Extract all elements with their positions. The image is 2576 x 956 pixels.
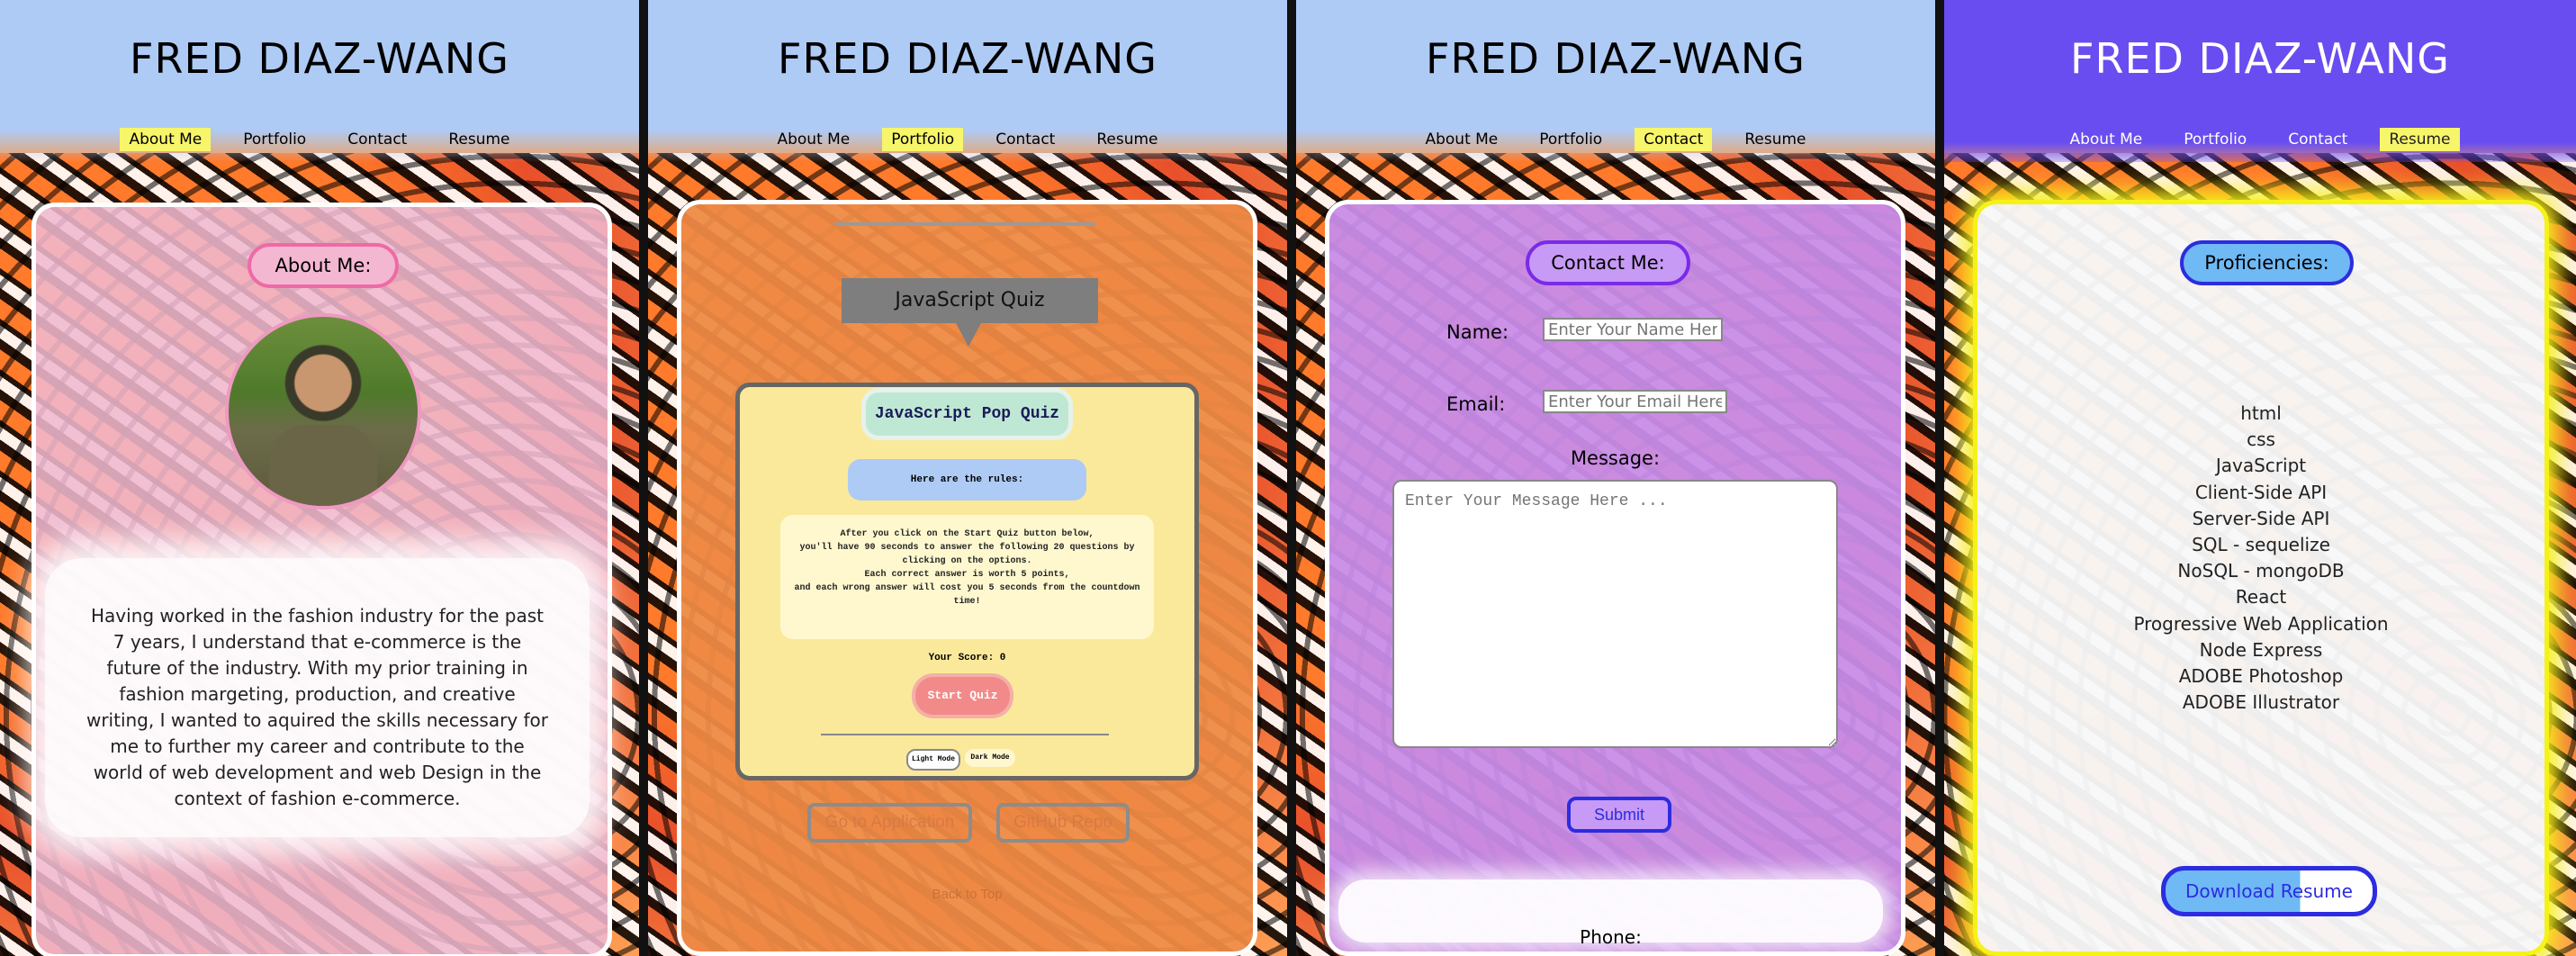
phone-label: Phone: bbox=[1580, 926, 1642, 948]
rules-line: After you click on the Start Quiz button… bbox=[840, 529, 1094, 539]
site-header: FRED DIAZ-WANG About Me Portfolio Contac… bbox=[0, 0, 639, 162]
about-bio: Having worked in the fashion industry fo… bbox=[86, 605, 549, 809]
nav-contact[interactable]: Contact bbox=[1635, 128, 1713, 151]
start-quiz-button[interactable]: Start Quiz bbox=[915, 677, 1010, 715]
skill-item: SQL - sequelize bbox=[2192, 534, 2330, 556]
panel-contact: FRED DIAZ-WANG About Me Portfolio Contac… bbox=[1296, 0, 1935, 956]
nav-bar: About Me Portfolio Contact Resume bbox=[1296, 128, 1935, 151]
site-title: FRED DIAZ-WANG bbox=[130, 34, 509, 83]
nav-resume[interactable]: Resume bbox=[1087, 128, 1166, 151]
nav-resume[interactable]: Resume bbox=[2380, 128, 2460, 151]
name-label: Name: bbox=[1446, 321, 1509, 343]
site-title: FRED DIAZ-WANG bbox=[1426, 34, 1806, 83]
nav-portfolio[interactable]: Portfolio bbox=[882, 128, 964, 151]
site-header: FRED DIAZ-WANG About Me Portfolio Contac… bbox=[648, 0, 1287, 162]
quiz-bubble-tail bbox=[956, 323, 981, 347]
resume-heading: Proficiencies: bbox=[2180, 240, 2354, 285]
download-resume-button[interactable]: Download Resume bbox=[2161, 866, 2377, 916]
nav-contact[interactable]: Contact bbox=[338, 128, 416, 151]
rules-line: clicking on the options. bbox=[902, 556, 1032, 566]
quiz-bubble: JavaScript Quiz bbox=[842, 278, 1098, 323]
skill-item: React bbox=[2235, 586, 2287, 609]
panel-about: FRED DIAZ-WANG About Me Portfolio Contac… bbox=[0, 0, 639, 956]
go-to-application-button[interactable]: Go to Application bbox=[807, 803, 972, 843]
skill-item: NoSQL - mongoDB bbox=[2177, 560, 2345, 582]
quiz-preview[interactable]: JavaScript Pop Quiz Here are the rules: … bbox=[735, 383, 1199, 780]
divider bbox=[834, 222, 1095, 226]
divider bbox=[821, 734, 1109, 735]
submit-button[interactable]: Submit bbox=[1567, 797, 1671, 833]
dark-mode-button[interactable]: Dark Mode bbox=[965, 749, 1015, 767]
quiz-score: Your Score: 0 bbox=[928, 653, 1006, 663]
nav-resume[interactable]: Resume bbox=[439, 128, 518, 151]
contact-heading: Contact Me: bbox=[1526, 240, 1690, 285]
skill-item: html bbox=[2240, 402, 2282, 424]
resume-card: Proficiencies: html css JavaScript Clien… bbox=[1973, 200, 2549, 956]
skill-item: Progressive Web Application bbox=[2133, 612, 2389, 635]
skill-item: ADOBE Illustrator bbox=[2182, 691, 2340, 714]
rules-box: After you click on the Start Quiz button… bbox=[780, 515, 1154, 639]
panel-resume: FRED DIAZ-WANG About Me Portfolio Contac… bbox=[1944, 0, 2576, 956]
nav-about[interactable]: About Me bbox=[768, 128, 859, 151]
light-mode-button[interactable]: Light Mode bbox=[906, 749, 960, 771]
about-bio-box: Having worked in the fashion industry fo… bbox=[45, 558, 590, 837]
name-field[interactable] bbox=[1543, 318, 1723, 341]
nav-contact[interactable]: Contact bbox=[2279, 128, 2356, 151]
nav-contact[interactable]: Contact bbox=[986, 128, 1064, 151]
contact-card: Contact Me: Name: Email: Message: Submit… bbox=[1325, 200, 1905, 956]
rules-line: you'll have 90 seconds to answer the fol… bbox=[799, 543, 1135, 553]
avatar bbox=[225, 313, 421, 510]
message-field[interactable] bbox=[1392, 480, 1838, 748]
phone-section: Phone: bbox=[1338, 879, 1883, 948]
rules-line: and each wrong answer will cost you 5 se… bbox=[794, 583, 1140, 593]
skill-item: Client-Side API bbox=[2194, 481, 2328, 503]
about-card: About Me: Having worked in the fashion i… bbox=[32, 203, 612, 956]
back-to-top-link[interactable]: Back to Top bbox=[681, 887, 1253, 902]
message-label: Message: bbox=[1570, 447, 1661, 469]
panel-portfolio: FRED DIAZ-WANG About Me Portfolio Contac… bbox=[648, 0, 1287, 956]
site-header: FRED DIAZ-WANG About Me Portfolio Contac… bbox=[1944, 0, 2576, 162]
nav-portfolio[interactable]: Portfolio bbox=[2175, 128, 2256, 151]
nav-bar: About Me Portfolio Contact Resume bbox=[1944, 128, 2576, 151]
skill-item: JavaScript bbox=[2215, 455, 2307, 477]
rules-line: time! bbox=[953, 597, 981, 607]
site-title: FRED DIAZ-WANG bbox=[2070, 34, 2450, 83]
nav-bar: About Me Portfolio Contact Resume bbox=[0, 128, 639, 151]
skill-item: css bbox=[2247, 428, 2275, 451]
nav-about[interactable]: About Me bbox=[1416, 128, 1507, 151]
nav-portfolio[interactable]: Portfolio bbox=[234, 128, 315, 151]
nav-portfolio[interactable]: Portfolio bbox=[1530, 128, 1611, 151]
skill-item: Node Express bbox=[2199, 638, 2323, 661]
nav-resume[interactable]: Resume bbox=[1735, 128, 1815, 151]
nav-about[interactable]: About Me bbox=[2060, 128, 2151, 151]
portfolio-card: JavaScript Quiz JavaScript Pop Quiz Here… bbox=[677, 200, 1257, 956]
github-repo-button[interactable]: GitHub Repo bbox=[996, 803, 1130, 843]
avatar-shirt bbox=[269, 425, 377, 506]
rules-heading: Here are the rules: bbox=[848, 459, 1086, 501]
skill-item: Server-Side API bbox=[2192, 507, 2330, 529]
site-title: FRED DIAZ-WANG bbox=[778, 34, 1157, 83]
rules-text: After you click on the Start Quiz button… bbox=[789, 528, 1145, 609]
quiz-title: JavaScript Pop Quiz bbox=[866, 392, 1068, 436]
nav-bar: About Me Portfolio Contact Resume bbox=[648, 128, 1287, 151]
nav-about[interactable]: About Me bbox=[120, 128, 212, 151]
skill-item: ADOBE Photoshop bbox=[2178, 665, 2344, 688]
site-header: FRED DIAZ-WANG About Me Portfolio Contac… bbox=[1296, 0, 1935, 162]
skills-list: html css JavaScript Client-Side API Serv… bbox=[1977, 401, 2544, 716]
rules-line: Each correct answer is worth 5 points, bbox=[864, 570, 1070, 580]
email-field[interactable] bbox=[1543, 390, 1727, 413]
about-heading: About Me: bbox=[248, 243, 399, 288]
email-label: Email: bbox=[1446, 393, 1506, 415]
